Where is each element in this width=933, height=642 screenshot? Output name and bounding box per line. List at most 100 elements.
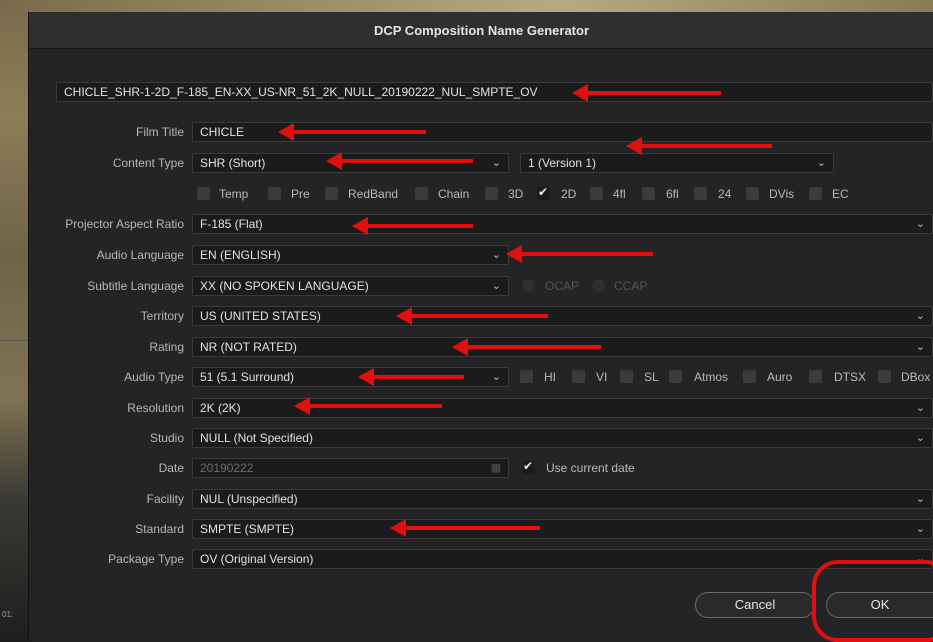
checkbox-ec[interactable] <box>809 187 822 200</box>
studio-value: NULL (Not Specified) <box>200 431 313 445</box>
checkbox-chain-label: Chain <box>438 187 470 201</box>
checkbox-auro[interactable] <box>743 370 756 383</box>
subtitle-language-label: Subtitle Language <box>87 279 184 293</box>
timecode-fragment: 01: <box>2 610 14 619</box>
chevron-down-icon: ⌄ <box>915 493 925 505</box>
package-type-value: OV (Original Version) <box>200 552 314 566</box>
annotation-arrow <box>396 307 548 325</box>
radio-ocap-label: OCAP <box>545 279 580 293</box>
standard-value: SMPTE (SMPTE) <box>200 522 295 536</box>
checkbox-vi-label: VI <box>596 370 608 384</box>
projector-aspect-ratio-select[interactable]: F-185 (Flat) ⌄ <box>192 214 933 234</box>
facility-select[interactable]: NUL (Unspecified) ⌄ <box>192 489 933 509</box>
checkbox-3d-label: 3D <box>508 187 524 201</box>
checkbox-chain[interactable] <box>415 187 428 200</box>
checkbox-dvis[interactable] <box>746 187 759 200</box>
territory-value: US (UNITED STATES) <box>200 309 321 323</box>
checkbox-2d-label: 2D <box>561 187 577 201</box>
background-image-top <box>0 0 933 12</box>
annotation-arrow <box>572 84 721 102</box>
annotation-arrow <box>278 123 426 141</box>
background-image <box>0 0 28 641</box>
checkbox-temp[interactable] <box>197 187 210 200</box>
annotation-arrow <box>352 217 473 235</box>
chevron-down-icon: ⌄ <box>915 218 925 230</box>
checkbox-ec-label: EC <box>832 187 849 201</box>
film-title-label: Film Title <box>136 125 184 139</box>
checkbox-dbox[interactable] <box>878 370 891 383</box>
divider <box>0 340 28 341</box>
annotation-arrow <box>326 152 473 170</box>
ok-highlight-annotation <box>812 560 933 642</box>
projector-aspect-ratio-label: Projector Aspect Ratio <box>65 217 184 231</box>
subtitle-language-value: XX (NO SPOKEN LANGUAGE) <box>200 279 369 293</box>
checkbox-4fl[interactable] <box>590 187 603 200</box>
checkbox-dtsx[interactable] <box>809 370 822 383</box>
chevron-down-icon: ⌄ <box>915 432 925 444</box>
resolution-value: 2K (2K) <box>200 401 241 415</box>
chevron-down-icon: ⌄ <box>816 157 826 169</box>
annotation-arrow <box>294 397 442 415</box>
checkbox-2d[interactable] <box>537 185 550 200</box>
annotation-arrow <box>452 338 601 356</box>
radio-ocap[interactable] <box>522 279 535 292</box>
annotation-arrow <box>506 245 653 263</box>
date-value: 20190222 <box>200 461 254 475</box>
cancel-button[interactable]: Cancel <box>695 592 815 618</box>
standard-label: Standard <box>135 522 184 536</box>
radio-ccap[interactable] <box>592 279 605 292</box>
checkbox-pre[interactable] <box>268 187 281 200</box>
checkbox-dtsx-label: DTSX <box>834 370 867 384</box>
dialog-title: DCP Composition Name Generator <box>29 12 933 49</box>
annotation-arrow <box>626 137 772 155</box>
checkbox-6fl[interactable] <box>642 187 655 200</box>
audio-language-label: Audio Language <box>96 248 184 262</box>
checkbox-3d[interactable] <box>485 187 498 200</box>
date-input: 20190222 ▦ <box>192 458 509 478</box>
checkbox-temp-label: Temp <box>219 187 249 201</box>
checkbox-pre-label: Pre <box>291 187 310 201</box>
audio-language-select[interactable]: EN (ENGLISH) ⌄ <box>192 245 509 265</box>
checkbox-redband-label: RedBand <box>348 187 399 201</box>
chevron-down-icon: ⌄ <box>915 402 925 414</box>
checkbox-vi[interactable] <box>572 370 585 383</box>
checkbox-dbox-label: DBox <box>901 370 931 384</box>
audio-language-value: EN (ENGLISH) <box>200 248 281 262</box>
content-type-select[interactable]: SHR (Short) ⌄ <box>192 153 509 173</box>
checkbox-4fl-label: 4fl <box>613 187 626 201</box>
studio-label: Studio <box>149 431 184 445</box>
territory-select[interactable]: US (UNITED STATES) ⌄ <box>192 306 933 326</box>
composition-name-field[interactable]: CHICLE_SHR-1-2D_F-185_EN-XX_US-NR_51_2K_… <box>56 82 933 102</box>
standard-select[interactable]: SMPTE (SMPTE) ⌄ <box>192 519 933 539</box>
checkbox-hi[interactable] <box>520 370 533 383</box>
projector-aspect-ratio-value: F-185 (Flat) <box>200 217 263 231</box>
checkbox-dvis-label: DVis <box>769 187 795 201</box>
checkbox-hi-label: HI <box>544 370 556 384</box>
content-type-label: Content Type <box>112 156 184 170</box>
use-current-date-checkbox[interactable] <box>522 459 535 474</box>
chevron-down-icon: ⌄ <box>491 249 501 261</box>
date-label: Date <box>158 461 184 475</box>
chevron-down-icon: ⌄ <box>915 523 925 535</box>
annotation-arrow <box>358 368 464 386</box>
checkbox-redband[interactable] <box>325 187 338 200</box>
version-value: 1 (Version 1) <box>528 156 597 170</box>
audio-type-value: 51 (5.1 Surround) <box>200 370 295 384</box>
version-select[interactable]: 1 (Version 1) ⌄ <box>520 153 834 173</box>
chevron-down-icon: ⌄ <box>915 341 925 353</box>
annotation-arrow <box>390 519 540 537</box>
checkbox-atmos[interactable] <box>669 370 682 383</box>
content-type-value: SHR (Short) <box>200 156 266 170</box>
checkbox-sl[interactable] <box>620 370 633 383</box>
chevron-down-icon: ⌄ <box>491 157 501 169</box>
subtitle-language-select[interactable]: XX (NO SPOKEN LANGUAGE) ⌄ <box>192 276 509 296</box>
package-type-label: Package Type <box>108 552 184 566</box>
resolution-label: Resolution <box>127 401 184 415</box>
checkbox-sl-label: SL <box>644 370 659 384</box>
checkbox-6fl-label: 6fl <box>666 187 679 201</box>
studio-select[interactable]: NULL (Not Specified) ⌄ <box>192 428 933 448</box>
dcp-name-generator-dialog: DCP Composition Name Generator <box>28 12 933 641</box>
audio-type-label: Audio Type <box>124 370 184 384</box>
territory-label: Territory <box>140 309 184 323</box>
checkbox-24[interactable] <box>694 187 707 200</box>
